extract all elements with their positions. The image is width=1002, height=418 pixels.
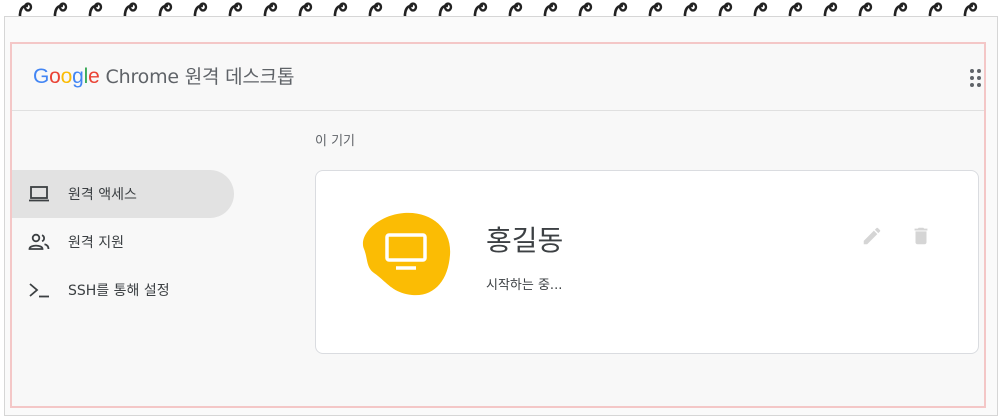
spiral-ring-top	[443, 2, 453, 12]
sidebar-item-remote-access[interactable]: 원격 액세스	[12, 170, 234, 218]
app-logo: Google Chrome 원격 데스크톱	[33, 65, 295, 88]
sidebar-nav: 원격 액세스 원격 지원 SSH를 통해 설정	[12, 170, 234, 314]
spiral-ring-top	[618, 2, 628, 12]
spiral-ring-top	[933, 2, 943, 12]
spiral-ring-top	[723, 2, 733, 12]
spiral-ring-top	[548, 2, 558, 12]
spiral-ring-top	[373, 2, 383, 12]
spiral-ring-top	[863, 2, 873, 12]
delete-icon[interactable]	[910, 225, 932, 247]
spiral-ring-top	[828, 2, 838, 12]
spiral-ring-top	[93, 2, 103, 12]
spiral-ring-top	[408, 2, 418, 12]
spiral-ring-top	[233, 2, 243, 12]
terminal-icon	[28, 279, 50, 301]
spiral-ring-top	[968, 2, 978, 12]
avatar-blob-shape	[362, 212, 451, 296]
spiral-ring-top	[338, 2, 348, 12]
spiral-ring-top	[163, 2, 173, 12]
sidebar-item-label: 원격 액세스	[68, 187, 137, 203]
spiral-ring-top	[758, 2, 768, 12]
spiral-ring-top	[898, 2, 908, 12]
product-title: Chrome 원격 데스크톱	[105, 66, 295, 88]
spiral-ring-top	[653, 2, 663, 12]
spiral-ring-top	[688, 2, 698, 12]
spiral-ring-top	[478, 2, 488, 12]
sidebar-item-ssh-setup[interactable]: SSH를 통해 설정	[12, 266, 234, 314]
laptop-icon	[28, 183, 50, 205]
spiral-ring-top	[303, 2, 313, 12]
spiral-ring-top	[198, 2, 208, 12]
apps-grid-icon[interactable]	[970, 69, 984, 87]
section-title: 이 기기	[315, 134, 356, 149]
app-header: Google Chrome 원격 데스크톱	[12, 44, 984, 111]
people-icon	[28, 231, 50, 253]
edit-icon[interactable]	[861, 225, 883, 247]
spiral-ring-top	[583, 2, 593, 12]
chrome-remote-desktop-window: Google Chrome 원격 데스크톱 원격 액세스 원격 지원 SSH를 …	[10, 42, 986, 408]
device-name: 홍길동	[486, 224, 564, 257]
device-avatar	[362, 212, 451, 296]
spiral-ring-top	[793, 2, 803, 12]
device-status: 시작하는 중...	[486, 278, 563, 293]
spiral-ring-top	[513, 2, 523, 12]
sidebar-item-remote-support[interactable]: 원격 지원	[12, 218, 234, 266]
device-card[interactable]: 홍길동 시작하는 중...	[315, 170, 979, 354]
sidebar-item-label: 원격 지원	[68, 235, 124, 251]
spiral-ring-top	[58, 2, 68, 12]
spiral-ring-top	[128, 2, 138, 12]
spiral-ring-top	[23, 2, 33, 12]
sidebar-item-label: SSH를 통해 설정	[68, 283, 170, 299]
spiral-ring-top	[268, 2, 278, 12]
